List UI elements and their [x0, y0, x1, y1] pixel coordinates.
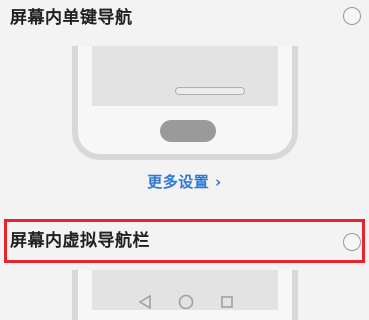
virtual-nav-illustration — [72, 270, 298, 320]
option-virtual-navigation-bar[interactable]: 屏幕内虚拟导航栏 — [0, 219, 369, 263]
gesture-bar-icon — [175, 87, 245, 95]
radio-single-key[interactable] — [343, 7, 361, 25]
option-label-single-key: 屏幕内单键导航 — [10, 8, 133, 28]
phone-screen — [92, 46, 278, 106]
phone-screen — [92, 270, 278, 310]
back-triangle-icon — [138, 294, 151, 310]
option-single-key-navigation[interactable]: 屏幕内单键导航 — [0, 0, 369, 40]
recent-square-icon — [221, 296, 233, 308]
home-key-icon — [160, 120, 216, 142]
single-key-illustration — [72, 46, 298, 160]
more-settings-link[interactable]: 更多设置 › — [0, 172, 369, 192]
option-label-virtual-nav: 屏幕内虚拟导航栏 — [10, 231, 150, 251]
home-circle-icon — [178, 294, 194, 310]
radio-virtual-nav[interactable] — [343, 233, 361, 251]
